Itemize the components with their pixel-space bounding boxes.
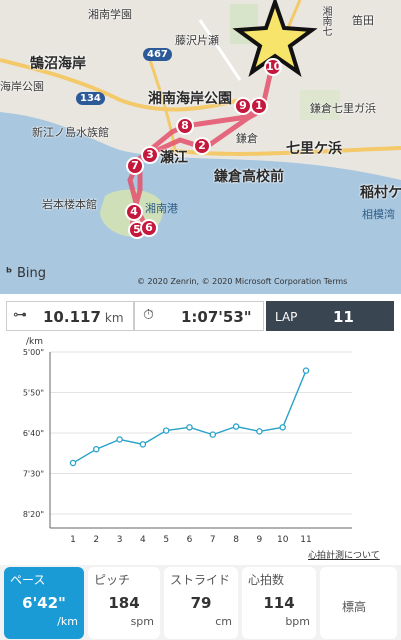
chart-x-tick-label: 9 [257,535,263,545]
chart-y-tick-label: 6'40" [23,429,44,438]
chart-data-point [162,427,170,434]
road-467-badge: 467 [143,48,172,61]
route-icon: ⊶ [13,307,27,323]
map-label-shonan-kaigan-park: 湘南海岸公園 [148,91,232,107]
chart-x-tick-label: 3 [117,535,123,545]
chart-x-tick-label: 6 [187,535,193,545]
map-label-iwamoto: 岩本楼本館 [42,198,97,211]
time-box: ⏱ 1:07'53" [134,301,264,331]
route-marker[interactable]: 10 [264,58,282,76]
chart-data-point [186,424,193,431]
map-label-kamakura-nanasato: 鎌倉七里ガ浜 [310,102,376,115]
map-label-tsuta: 笛田 [352,14,374,27]
chart-x-tick-label: 2 [93,535,99,545]
map-label-kugenuma: 鵠沼海岸 [30,56,86,72]
chart-x-tick-label: 8 [233,535,239,545]
map-label-shonan-port: 湘南港 [145,202,178,215]
chart-y-tick-label: 8'20" [23,510,44,519]
chart-data-point [232,423,240,430]
chart-data-point [209,431,217,438]
route-map[interactable]: 湘南学園 笛田 湘南七 藤沢片瀬 467 鵠沼海岸 海岸公園 134 湘南海岸公… [0,0,401,294]
map-label-shonan-gakuen: 湘南学園 [88,8,132,21]
pace-value: 6'42" [22,594,66,612]
chart-data-point [69,459,77,467]
route-marker[interactable]: 1 [250,97,268,115]
chart-data-point [93,445,100,453]
route-marker[interactable]: 3 [141,146,159,164]
distance-value: 10.117 km [43,308,124,326]
chart-y-tick-label: 7'30" [23,470,44,479]
stride-tab[interactable]: ストライド 79 cm [164,567,238,639]
chart-data-point [302,367,310,374]
chart-y-tick-label: 5'50" [23,389,44,398]
chart-data-point [116,436,123,443]
pitch-tab[interactable]: ピッチ 184 spm [88,567,160,639]
time-value: 1:07'53" [181,308,252,326]
chart-x-tick-label: 1 [70,535,76,545]
chart-series-line [72,370,307,464]
road-134-badge: 134 [76,92,105,105]
stopwatch-icon: ⏱ [143,307,154,323]
map-label-kaigan-park: 海岸公園 [0,80,44,93]
stride-label: ストライド [170,573,231,587]
chart-y-unit: /km [26,337,43,347]
altitude-label: 標高 [342,600,367,614]
route-marker[interactable]: 7 [126,157,144,175]
route-marker[interactable]: 2 [193,137,211,155]
lap-value: 11 [333,308,354,326]
pitch-unit: spm [130,615,154,628]
bing-logo: ᵇ Bing [6,266,47,281]
map-label-shichirigahama: 七里ケ浜 [286,141,342,157]
pace-label: ペース [10,573,46,587]
heart-rate-tab[interactable]: 心拍数 114 bpm [242,567,316,639]
pace-chart: /km 5'00" 5'50" 6'40" 7'30" 8'20" 1 2 3 4 5 6 7 8 9 10… [23,337,352,545]
stride-value: 79 [190,594,212,612]
pitch-value: 184 [108,594,140,612]
pace-unit: /km [57,615,78,628]
heart-rate-unit: bpm [285,615,310,628]
route-marker[interactable]: 6 [140,219,158,237]
route-marker[interactable]: 8 [176,117,194,135]
lap-label: LAP [275,310,298,324]
chart-x-tick-label: 11 [300,535,311,545]
map-label-inamura: 稲村ケ [360,185,401,201]
chart-data-point [256,428,263,435]
chart-x-tick-label: 5 [163,535,169,545]
route-marker[interactable]: 4 [125,203,143,221]
map-label-kamakura: 鎌倉 [236,132,258,145]
chart-data-point [279,424,286,431]
lap-box[interactable]: LAP 11 [266,301,394,331]
bing-icon: ᵇ [6,266,13,281]
stride-unit: cm [215,615,232,628]
chart-x-tick-label: 7 [210,535,216,545]
chart-y-tick-label: 5'00" [23,348,44,357]
metric-tabs: ペース 6'42" /km ピッチ 184 spm ストライド 79 cm 心拍… [0,565,401,640]
pitch-label: ピッチ [94,573,131,587]
map-label-aquarium: 新江ノ島水族館 [32,126,109,139]
map-label-katase: 瀬江 [160,150,188,166]
chart-x-tick-label: 10 [277,535,289,545]
map-label-kamakura-hs: 鎌倉高校前 [214,169,284,185]
map-label-sagami: 相模湾 [362,208,395,221]
map-label-shonan-top: 湘南七 [320,6,331,36]
heart-rate-label: 心拍数 [248,573,285,587]
heart-rate-info-link[interactable]: 心拍計測について [308,548,380,561]
chart-x-tick-label: 4 [140,535,146,545]
chart-data-point [139,441,147,448]
pace-tab[interactable]: ペース 6'42" /km [4,567,84,639]
stats-row: ⊶ 10.117 km ⏱ 1:07'53" LAP 11 [6,301,394,331]
map-label-fujisawa: 藤沢片瀬 [175,34,219,47]
map-copyright[interactable]: © 2020 Zenrin, © 2020 Microsoft Corporat… [137,277,347,286]
heart-rate-value: 114 [263,594,295,612]
distance-box: ⊶ 10.117 km [6,301,134,331]
altitude-tab[interactable]: 標高 [320,567,397,639]
